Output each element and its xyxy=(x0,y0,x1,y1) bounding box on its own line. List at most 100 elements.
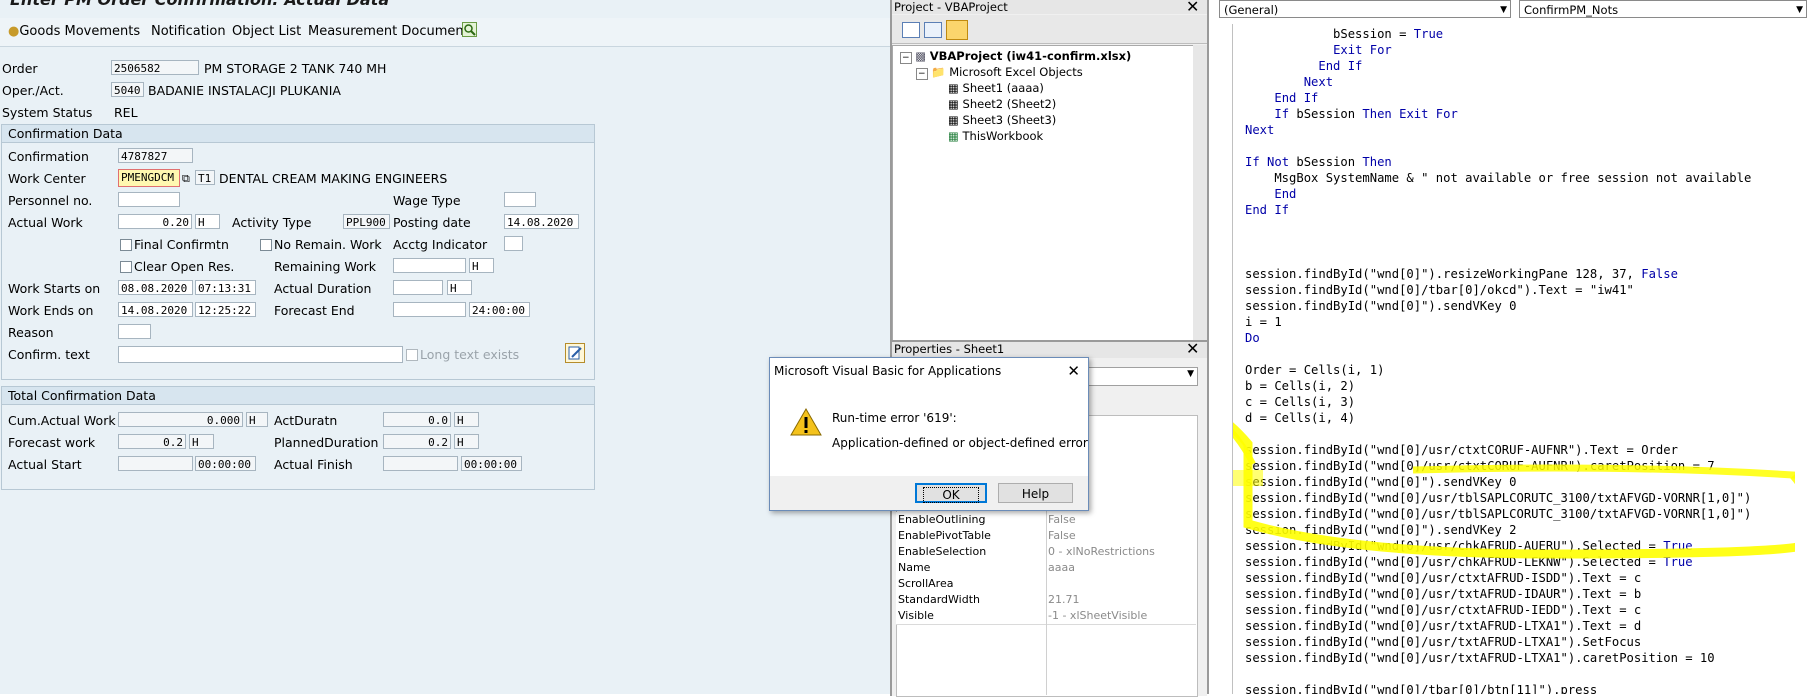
act-duratn-field: 0.0 xyxy=(383,412,451,427)
no-remaining-work-checkbox[interactable] xyxy=(260,239,272,251)
work-starts-date-field[interactable]: 08.08.2020 xyxy=(118,280,193,295)
no-remaining-work-label: No Remain. Work xyxy=(274,237,382,252)
close-dialog-icon[interactable]: ✕ xyxy=(1067,362,1080,380)
order-label: Order xyxy=(2,61,38,76)
sap-window: Enter PM Order Confirmation: Actual Data… xyxy=(0,0,890,694)
tree-item-sheet2[interactable]: ▦ Sheet2 (Sheet2) xyxy=(948,97,1056,111)
work-starts-time-field[interactable]: 07:13:31 xyxy=(195,280,256,295)
code-editor[interactable]: bSession = True Exit For End If Next End… xyxy=(1232,24,1812,694)
oper-act-description: BADANIE INSTALACJI PLUKANIA xyxy=(148,83,341,98)
project-title: Project - VBAProject xyxy=(892,0,1207,14)
work-center-description: DENTAL CREAM MAKING ENGINEERS xyxy=(219,171,448,186)
confirm-text-field[interactable] xyxy=(118,346,403,363)
cum-actual-work-field: 0.000 xyxy=(118,412,243,427)
workbook-icon: ▦ xyxy=(948,129,959,143)
actual-work-unit-field[interactable]: H xyxy=(195,214,220,229)
folder-icon: 📁 xyxy=(931,65,946,79)
posting-date-field[interactable]: 14.08.2020 xyxy=(504,214,579,229)
object-combo[interactable]: (General) ▼ xyxy=(1219,0,1511,18)
planned-duration-unit: H xyxy=(454,434,479,449)
long-text-exists-label: Long text exists xyxy=(420,347,520,362)
remaining-work-field[interactable] xyxy=(393,258,466,273)
oper-act-field[interactable]: 5040 xyxy=(111,82,144,97)
activity-type-field[interactable]: PPL900 xyxy=(343,214,390,229)
sheet-icon: ▦ xyxy=(948,81,959,95)
confirmation-data-header: Confirmation Data xyxy=(2,125,594,143)
sheet-icon: ▦ xyxy=(948,113,959,127)
object-list-button[interactable]: Object List xyxy=(232,24,301,39)
error-message-text: Application-defined or object-defined er… xyxy=(832,436,1088,450)
oper-act-label: Oper./Act. xyxy=(2,83,64,98)
tree-item-thisworkbook[interactable]: ▦ ThisWorkbook xyxy=(948,129,1043,143)
sap-title: Enter PM Order Confirmation: Actual Data xyxy=(10,0,389,9)
find-icon[interactable] xyxy=(462,22,477,37)
system-status-label: System Status xyxy=(2,105,93,120)
actual-start-time-field: 00:00:00 xyxy=(195,456,256,471)
forecast-end-time-field[interactable]: 24:00:00 xyxy=(469,302,530,317)
confirm-text-label: Confirm. text xyxy=(8,347,90,362)
help-button[interactable]: Help xyxy=(998,483,1073,503)
toggle-folders-icon[interactable] xyxy=(946,20,968,40)
edit-long-text-icon[interactable] xyxy=(565,343,585,363)
total-confirmation-header: Total Confirmation Data xyxy=(2,387,594,405)
close-project-icon[interactable]: ✕ xyxy=(1186,0,1199,15)
view-object-icon[interactable] xyxy=(924,22,942,38)
acctg-indicator-field[interactable] xyxy=(504,236,523,251)
remaining-work-unit-field[interactable]: H xyxy=(469,258,494,273)
reason-label: Reason xyxy=(8,325,54,340)
order-field[interactable]: 2506582 xyxy=(111,60,199,75)
goods-movements-icon: ● xyxy=(8,24,20,39)
tree-item-sheet3[interactable]: ▦ Sheet3 (Sheet3) xyxy=(948,113,1056,127)
order-description: PM STORAGE 2 TANK 740 MH xyxy=(204,61,387,76)
error-dialog: Microsoft Visual Basic for Applications … xyxy=(769,357,1089,511)
view-code-icon[interactable] xyxy=(902,22,920,38)
dropdown-icon: ▼ xyxy=(1500,5,1507,15)
notification-button[interactable]: Notification xyxy=(151,24,226,39)
tree-root[interactable]: − ▩ VBAProject (iw41-confirm.xlsx) xyxy=(900,49,1131,64)
actual-duration-field[interactable] xyxy=(393,280,443,295)
measurement-documents-button[interactable]: Measurement Documents xyxy=(308,24,476,39)
code-scrollbar[interactable] xyxy=(1795,24,1812,694)
tree-item-sheet1[interactable]: ▦ Sheet1 (aaaa) xyxy=(948,81,1044,95)
wage-type-field[interactable] xyxy=(504,192,536,207)
ok-button[interactable]: OK xyxy=(915,483,987,503)
confirmation-field[interactable]: 4787827 xyxy=(118,148,193,163)
actual-finish-time-field: 00:00:00 xyxy=(461,456,522,471)
procedure-combo[interactable]: ConfirmPM_Nots ▼ xyxy=(1519,0,1807,18)
reason-field[interactable] xyxy=(118,324,151,339)
work-center-field[interactable]: PMENGDCM xyxy=(118,169,180,187)
goods-movements-button[interactable]: ●Goods Movements xyxy=(8,24,140,39)
sheet-icon: ▦ xyxy=(948,97,959,111)
clear-open-res-checkbox[interactable] xyxy=(120,261,132,273)
forecast-work-unit: H xyxy=(189,434,214,449)
cum-actual-work-label: Cum.Actual Work xyxy=(8,413,116,428)
work-center-label: Work Center xyxy=(8,171,86,186)
work-ends-date-field[interactable]: 14.08.2020 xyxy=(118,302,193,317)
forecast-end-date-field[interactable] xyxy=(393,302,466,317)
actual-work-field[interactable]: 0.20 xyxy=(118,214,192,229)
work-ends-label: Work Ends on xyxy=(8,303,94,318)
work-center-plant-field[interactable]: T1 xyxy=(195,170,215,185)
actual-duration-unit-field[interactable]: H xyxy=(447,280,472,295)
actual-finish-date-field xyxy=(383,456,458,471)
warning-icon xyxy=(790,407,822,439)
acctg-indicator-label: Acctg Indicator xyxy=(393,237,488,252)
project-scrollbar[interactable] xyxy=(1193,45,1207,340)
forecast-end-label: Forecast End xyxy=(274,303,355,318)
confirmation-label: Confirmation xyxy=(8,149,89,164)
copy-icon[interactable]: ⧉ xyxy=(182,172,190,186)
remaining-work-label: Remaining Work xyxy=(274,259,377,274)
work-ends-time-field[interactable]: 12:25:22 xyxy=(195,302,256,317)
tree-folder[interactable]: − 📁 Microsoft Excel Objects xyxy=(916,65,1083,80)
final-confirmation-checkbox[interactable] xyxy=(120,239,132,251)
forecast-work-field: 0.2 xyxy=(118,434,186,449)
personnel-no-field[interactable] xyxy=(118,192,180,207)
close-properties-icon[interactable]: ✕ xyxy=(1186,341,1199,357)
activity-type-label: Activity Type xyxy=(232,215,312,230)
error-code-text: Run-time error '619': xyxy=(832,411,957,425)
planned-duration-field: 0.2 xyxy=(383,434,451,449)
project-explorer: Project - VBAProject ✕ − ▩ VBAProject (i… xyxy=(890,0,1207,342)
clear-open-res-label: Clear Open Res. xyxy=(134,259,235,274)
act-duratn-unit: H xyxy=(454,412,479,427)
actual-work-label: Actual Work xyxy=(8,215,83,230)
